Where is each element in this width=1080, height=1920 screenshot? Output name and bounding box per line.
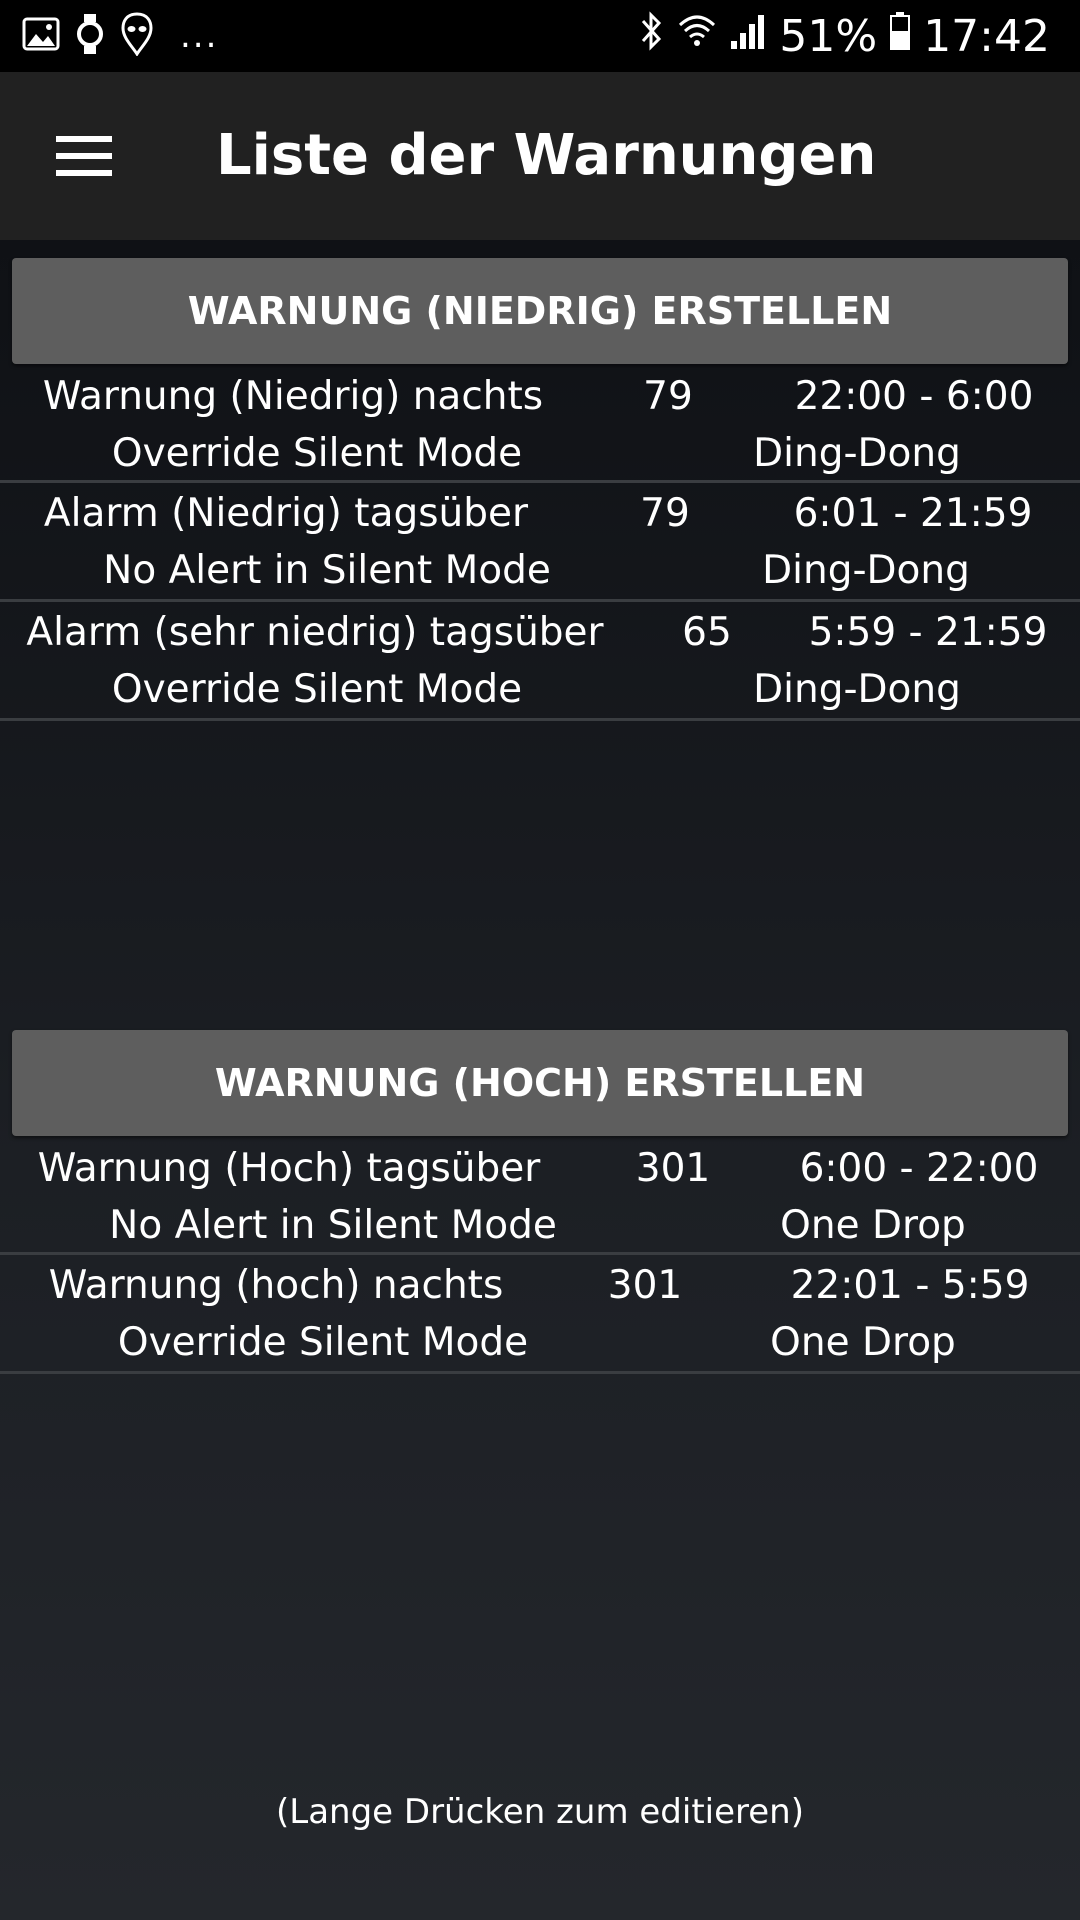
- hamburger-menu-icon[interactable]: [56, 136, 112, 176]
- signal-icon: [729, 11, 767, 62]
- create-low-alert-button[interactable]: WARNUNG (NIEDRIG) ERSTELLEN: [12, 258, 1068, 364]
- alert-sound: One Drop: [770, 1320, 956, 1365]
- battery-icon: [889, 11, 911, 62]
- high-alert-row[interactable]: Warnung (hoch) nachts 301 22:01 - 5:59 O…: [0, 1255, 1080, 1374]
- high-alert-row[interactable]: Warnung (Hoch) tagsüber 301 6:00 - 22:00…: [0, 1136, 1080, 1255]
- alert-name: Warnung (hoch) nachts: [48, 1263, 504, 1308]
- alert-mode: Override Silent Mode: [111, 667, 523, 712]
- alert-value: 79: [643, 374, 693, 419]
- alert-sound: Ding-Dong: [753, 667, 961, 712]
- clock: 17:42: [923, 10, 1050, 62]
- alert-name: Alarm (Niedrig) tagsüber: [43, 491, 529, 536]
- alert-time: 6:01 - 21:59: [793, 491, 1033, 536]
- gallery-icon: [22, 16, 60, 56]
- alert-time: 22:01 - 5:59: [790, 1263, 1030, 1308]
- app-bar: Liste der Warnungen: [0, 72, 1080, 240]
- alert-mode: No Alert in Silent Mode: [103, 548, 551, 593]
- alert-mode: Override Silent Mode: [111, 431, 523, 476]
- alert-name: Warnung (Niedrig) nachts: [42, 374, 544, 419]
- alert-value: 301: [607, 1263, 683, 1308]
- alert-list-content: WARNUNG (NIEDRIG) ERSTELLEN Warnung (Nie…: [0, 240, 1080, 1920]
- page-title: Liste der Warnungen: [216, 123, 877, 188]
- wifi-icon: [677, 11, 717, 62]
- alert-sound: Ding-Dong: [753, 431, 961, 476]
- watch-icon: [76, 12, 104, 60]
- alien-app-icon: [120, 12, 154, 60]
- alert-time: 22:00 - 6:00: [794, 374, 1034, 419]
- alert-sound: One Drop: [780, 1203, 966, 1248]
- alert-name: Warnung (Hoch) tagsüber: [37, 1146, 541, 1191]
- alert-value: 301: [635, 1146, 711, 1191]
- alert-time: 6:00 - 22:00: [799, 1146, 1039, 1191]
- low-alert-row[interactable]: Warnung (Niedrig) nachts 79 22:00 - 6:00…: [0, 364, 1080, 483]
- alert-mode: No Alert in Silent Mode: [109, 1203, 557, 1248]
- alert-time: 5:59 - 21:59: [808, 610, 1048, 655]
- low-alert-row[interactable]: Alarm (sehr niedrig) tagsüber 65 5:59 - …: [0, 602, 1080, 721]
- long-press-hint: (Lange Drücken zum editieren): [276, 1792, 804, 1832]
- bluetooth-icon: [639, 10, 665, 63]
- low-alert-row[interactable]: Alarm (Niedrig) tagsüber 79 6:01 - 21:59…: [0, 483, 1080, 602]
- alert-sound: Ding-Dong: [762, 548, 970, 593]
- alert-value: 65: [682, 610, 732, 655]
- alert-mode: Override Silent Mode: [117, 1320, 529, 1365]
- battery-percentage: 51%: [779, 10, 878, 62]
- alert-name: Alarm (sehr niedrig) tagsüber: [26, 610, 604, 655]
- more-notifications-indicator: ...: [180, 16, 219, 56]
- alert-value: 79: [640, 491, 690, 536]
- create-high-alert-button[interactable]: WARNUNG (HOCH) ERSTELLEN: [12, 1030, 1068, 1136]
- status-bar: ... 51% 17:42: [0, 0, 1080, 72]
